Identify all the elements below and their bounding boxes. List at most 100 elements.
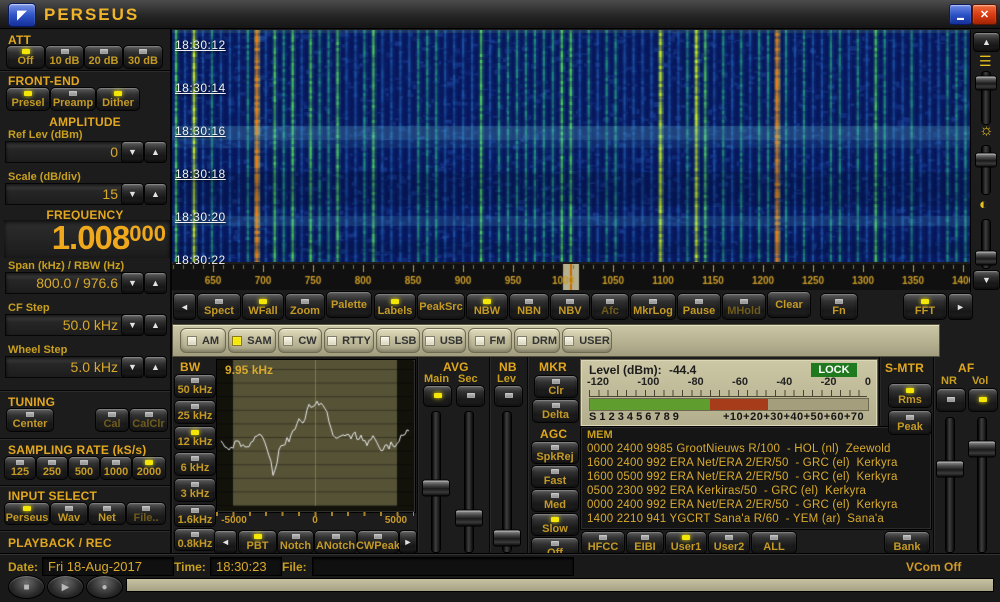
smtr-rms-button[interactable]: Rms — [888, 383, 932, 408]
nb-lev-slider[interactable] — [493, 530, 521, 547]
att-off-button[interactable]: Off — [6, 45, 45, 69]
avg-main-slider[interactable] — [422, 479, 450, 496]
minimize-button[interactable]: ▬ — [949, 4, 972, 25]
rate-250-button[interactable]: 250 — [36, 456, 68, 480]
demod-fm-button[interactable]: FM — [468, 328, 512, 353]
play-button[interactable]: ▶ — [47, 575, 84, 599]
avg-main-track[interactable] — [432, 412, 440, 552]
cwpeak-button[interactable]: CWPeak — [357, 530, 399, 554]
cf-up-button[interactable]: ▲ — [144, 314, 167, 336]
toolbar-labels-button[interactable]: Labels — [374, 293, 416, 320]
avg-sec-track[interactable] — [465, 412, 473, 552]
progress-bar[interactable] — [126, 578, 994, 592]
af-vol-button[interactable] — [968, 388, 998, 412]
app-logo-button[interactable]: ◤ — [8, 3, 36, 27]
filter-canvas[interactable] — [217, 360, 413, 510]
att-10db-button[interactable]: 10 dB — [45, 45, 84, 69]
dither-button[interactable]: Dither — [96, 87, 140, 111]
agc-spkrej-button[interactable]: SpkRej — [531, 441, 579, 464]
bw-50khz-button[interactable]: 50 kHz — [174, 374, 216, 398]
pbt-button[interactable]: PBT — [238, 530, 277, 554]
input-wav-button[interactable]: Wav — [50, 502, 88, 525]
memory-list[interactable]: MEM 0000 2400 9985 GrootNieuws R/100 - H… — [580, 426, 932, 530]
lock-badge[interactable]: LOCK — [811, 363, 857, 377]
frequency-scale[interactable] — [172, 264, 970, 290]
mem-bank-button[interactable]: Bank — [884, 531, 930, 554]
contrast-handle[interactable] — [975, 251, 997, 266]
scroll-down-button[interactable]: ▼ — [973, 270, 1000, 290]
wheel-down-button[interactable]: ▼ — [121, 356, 144, 378]
toolbar-palette-button[interactable]: Palette — [326, 291, 372, 318]
agc-fast-button[interactable]: Fast — [531, 465, 579, 488]
ref-lev-value[interactable]: 0 — [5, 141, 125, 163]
span-down-button[interactable]: ▼ — [121, 272, 144, 294]
af-nr-track[interactable] — [946, 418, 954, 552]
rate-500-button[interactable]: 500 — [68, 456, 100, 480]
waterfall-speed-track[interactable] — [982, 72, 990, 124]
toolbar-wfall-button[interactable]: WFall — [242, 293, 284, 320]
brightness-handle[interactable] — [975, 153, 997, 168]
demod-usb-button[interactable]: USB — [422, 328, 466, 353]
demod-drm-button[interactable]: DRM — [514, 328, 560, 353]
toolbar-mhold-button[interactable]: MHold — [722, 293, 766, 320]
rate-125-button[interactable]: 125 — [4, 456, 36, 480]
notch-button[interactable]: Notch — [277, 530, 314, 554]
mkr-clr-button[interactable]: Clr — [534, 375, 578, 398]
nb-lev-track[interactable] — [503, 412, 511, 552]
scale-down-button[interactable]: ▼ — [121, 183, 144, 205]
contrast-track[interactable] — [982, 220, 990, 268]
nb-lev-button[interactable] — [494, 385, 523, 407]
stop-button[interactable]: ■ — [8, 575, 45, 599]
wheel-up-button[interactable]: ▲ — [144, 356, 167, 378]
scale-up-button[interactable]: ▲ — [144, 183, 167, 205]
close-button[interactable]: ✕ — [972, 4, 997, 25]
scroll-up-button[interactable]: ▲ — [973, 32, 1000, 52]
bw-1-6khz-button[interactable]: 1.6kHz — [174, 504, 216, 527]
toolbar-left-arrow[interactable]: ◄ — [173, 293, 196, 320]
bw-25khz-button[interactable]: 25 kHz — [174, 400, 216, 424]
bw-3khz-button[interactable]: 3 kHz — [174, 478, 216, 502]
af-vol-track[interactable] — [978, 418, 986, 552]
filter-display[interactable]: 9.95 kHz — [216, 359, 416, 513]
anotch-button[interactable]: ANotch — [314, 530, 357, 554]
att-20db-button[interactable]: 20 dB — [84, 45, 123, 69]
agc-med-button[interactable]: Med — [531, 489, 579, 512]
demod-am-button[interactable]: AM — [180, 328, 226, 353]
mem-hfcc-button[interactable]: HFCC — [581, 531, 625, 554]
input-file-button[interactable]: File.. — [126, 502, 166, 525]
demod-sam-button[interactable]: SAM — [228, 328, 276, 353]
frequency-scale-canvas[interactable] — [172, 264, 970, 290]
mem-entry[interactable]: 1400 2210 941 YGCRT Sana'a R/60 - YEM (a… — [587, 513, 884, 525]
toolbar-clear-button[interactable]: Clear — [767, 291, 811, 318]
wheel-step-value[interactable]: 5.0 kHz — [5, 356, 125, 378]
toolbar-right-arrow[interactable]: ► — [948, 293, 973, 320]
toolbar-afc-button[interactable]: Afc — [591, 293, 629, 320]
smtr-peak-button[interactable]: Peak — [888, 410, 932, 435]
ref-lev-down-button[interactable]: ▼ — [121, 141, 144, 163]
frequency-display[interactable]: 1.008 000 — [4, 220, 170, 258]
record-button[interactable]: ● — [86, 575, 123, 599]
mem-entry[interactable]: 0000 2400 9985 GrootNieuws R/100 - HOL (… — [587, 443, 891, 455]
mem-entry[interactable]: 1600 0500 992 ERA Net/ERA 2/ER/50 - GRC … — [587, 471, 898, 483]
toolbar-mkrlog-button[interactable]: MkrLog — [630, 293, 676, 320]
avg-sec-button[interactable] — [456, 385, 485, 407]
span-rbw-value[interactable]: 800.0 / 976.6 — [5, 272, 125, 294]
mem-entry[interactable]: 1600 2400 992 ERA Net/ERA 2/ER/50 - GRC … — [587, 457, 898, 469]
toolbar-zoom-button[interactable]: Zoom — [285, 293, 325, 320]
toolbar-pause-button[interactable]: Pause — [677, 293, 721, 320]
mem-entry[interactable]: 0000 2400 992 ERA Net/ERA 2/ER/50 - GRC … — [587, 499, 898, 511]
avg-main-button[interactable] — [423, 385, 452, 407]
demod-lsb-button[interactable]: LSB — [376, 328, 420, 353]
bw-6khz-button[interactable]: 6 kHz — [174, 452, 216, 476]
toolbar-nbw-button[interactable]: NBW — [466, 293, 508, 320]
toolbar-fn-button[interactable]: Fn — [820, 293, 858, 320]
toolbar-nbn-button[interactable]: NBN — [509, 293, 549, 320]
avg-sec-slider[interactable] — [455, 510, 483, 527]
tuning-cal-button[interactable]: Cal — [95, 408, 129, 432]
preamp-button[interactable]: Preamp — [50, 87, 96, 111]
pbt-left-arrow[interactable]: ◄ — [214, 530, 237, 554]
waterfall-canvas[interactable] — [172, 30, 970, 262]
toolbar-peaksrc-button[interactable]: PeakSrc — [417, 293, 465, 320]
mkr-delta-button[interactable]: Delta — [532, 399, 579, 423]
demod-cw-button[interactable]: CW — [278, 328, 322, 353]
